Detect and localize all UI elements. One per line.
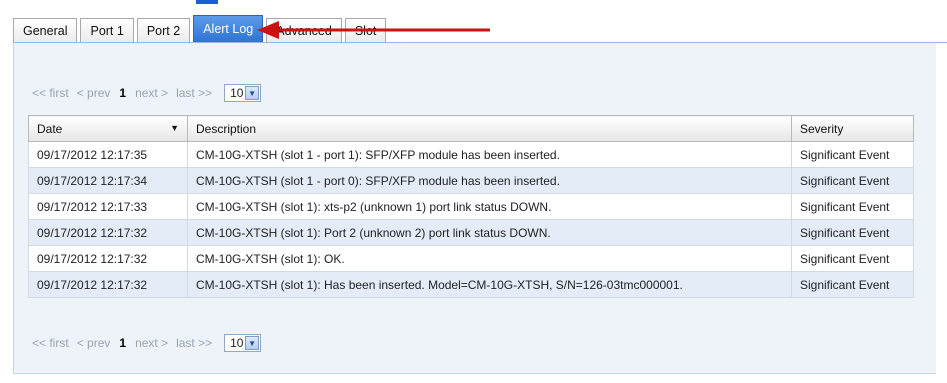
pager-last-link[interactable]: last >> (176, 336, 212, 350)
sort-desc-icon[interactable]: ▼ (170, 123, 179, 133)
column-header-date[interactable]: Date ▼ (28, 115, 188, 142)
pager-first-link[interactable]: << first (32, 336, 69, 350)
cell-date: 09/17/2012 12:17:33 (28, 193, 188, 220)
tab-port-2[interactable]: Port 2 (136, 18, 191, 42)
cell-description: CM-10G-XTSH (slot 1): xts-p2 (unknown 1)… (187, 193, 792, 220)
annotation-arrow-icon (257, 21, 490, 39)
table-row[interactable]: 09/17/2012 12:17:32 CM-10G-XTSH (slot 1)… (28, 219, 914, 246)
column-header-label: Severity (800, 121, 844, 136)
cell-description: CM-10G-XTSH (slot 1): Has been inserted.… (187, 271, 792, 298)
cell-severity: Significant Event (791, 141, 914, 168)
tab-general[interactable]: General (13, 18, 78, 42)
page-size-select[interactable]: 10 ▼ (224, 84, 262, 102)
column-header-label: Date (37, 121, 63, 136)
cell-date: 09/17/2012 12:17:32 (28, 245, 188, 272)
pager-current-page: 1 (119, 86, 127, 100)
column-header-description[interactable]: Description (187, 115, 792, 142)
cell-severity: Significant Event (791, 167, 914, 194)
pager-last-link[interactable]: last >> (176, 86, 212, 100)
pager-next-link[interactable]: next > (135, 86, 168, 100)
cell-date: 09/17/2012 12:17:32 (28, 219, 188, 246)
pager-prev-link[interactable]: < prev (77, 336, 111, 350)
table-row[interactable]: 09/17/2012 12:17:35 CM-10G-XTSH (slot 1 … (28, 141, 914, 168)
cell-severity: Significant Event (791, 219, 914, 246)
page-size-value: 10 (230, 336, 244, 350)
tab-port-1[interactable]: Port 1 (80, 18, 134, 42)
cell-date: 09/17/2012 12:17:35 (28, 141, 188, 168)
pager-next-link[interactable]: next > (135, 336, 168, 350)
pager-prev-link[interactable]: < prev (77, 86, 111, 100)
header-fragment (196, 0, 218, 4)
table-row[interactable]: 09/17/2012 12:17:32 CM-10G-XTSH (slot 1)… (28, 271, 914, 298)
cell-severity: Significant Event (791, 193, 914, 220)
chevron-down-icon[interactable]: ▼ (245, 336, 260, 350)
cell-severity: Significant Event (791, 271, 914, 298)
top-strip (0, 0, 947, 10)
cell-date: 09/17/2012 12:17:34 (28, 167, 188, 194)
cell-description: CM-10G-XTSH (slot 1 - port 1): SFP/XFP m… (187, 141, 792, 168)
cell-description: CM-10G-XTSH (slot 1 - port 0): SFP/XFP m… (187, 167, 792, 194)
chevron-down-icon[interactable]: ▼ (245, 86, 260, 100)
column-header-severity[interactable]: Severity (791, 115, 914, 142)
table-header-row: Date ▼ Description Severity (28, 115, 914, 142)
table-row[interactable]: 09/17/2012 12:17:34 CM-10G-XTSH (slot 1 … (28, 167, 914, 194)
column-header-label: Description (196, 121, 257, 136)
cell-description: CM-10G-XTSH (slot 1): OK. (187, 245, 792, 272)
pager-current-page: 1 (119, 336, 127, 350)
cell-severity: Significant Event (791, 245, 914, 272)
page-size-select[interactable]: 10 ▼ (224, 334, 262, 352)
cell-date: 09/17/2012 12:17:32 (28, 271, 188, 298)
pager-first-link[interactable]: << first (32, 86, 69, 100)
pager-top: << first < prev 1 next > last >> 10 ▼ (32, 82, 262, 104)
cell-description: CM-10G-XTSH (slot 1): Port 2 (unknown 2)… (187, 219, 792, 246)
alert-log-table: Date ▼ Description Severity 09/17/2012 1… (28, 115, 914, 298)
page-size-value: 10 (230, 86, 244, 100)
tab-alert-log[interactable]: Alert Log (193, 15, 264, 42)
table-row[interactable]: 09/17/2012 12:17:32 CM-10G-XTSH (slot 1)… (28, 245, 914, 272)
table-row[interactable]: 09/17/2012 12:17:33 CM-10G-XTSH (slot 1)… (28, 193, 914, 220)
pager-bottom: << first < prev 1 next > last >> 10 ▼ (32, 332, 262, 354)
